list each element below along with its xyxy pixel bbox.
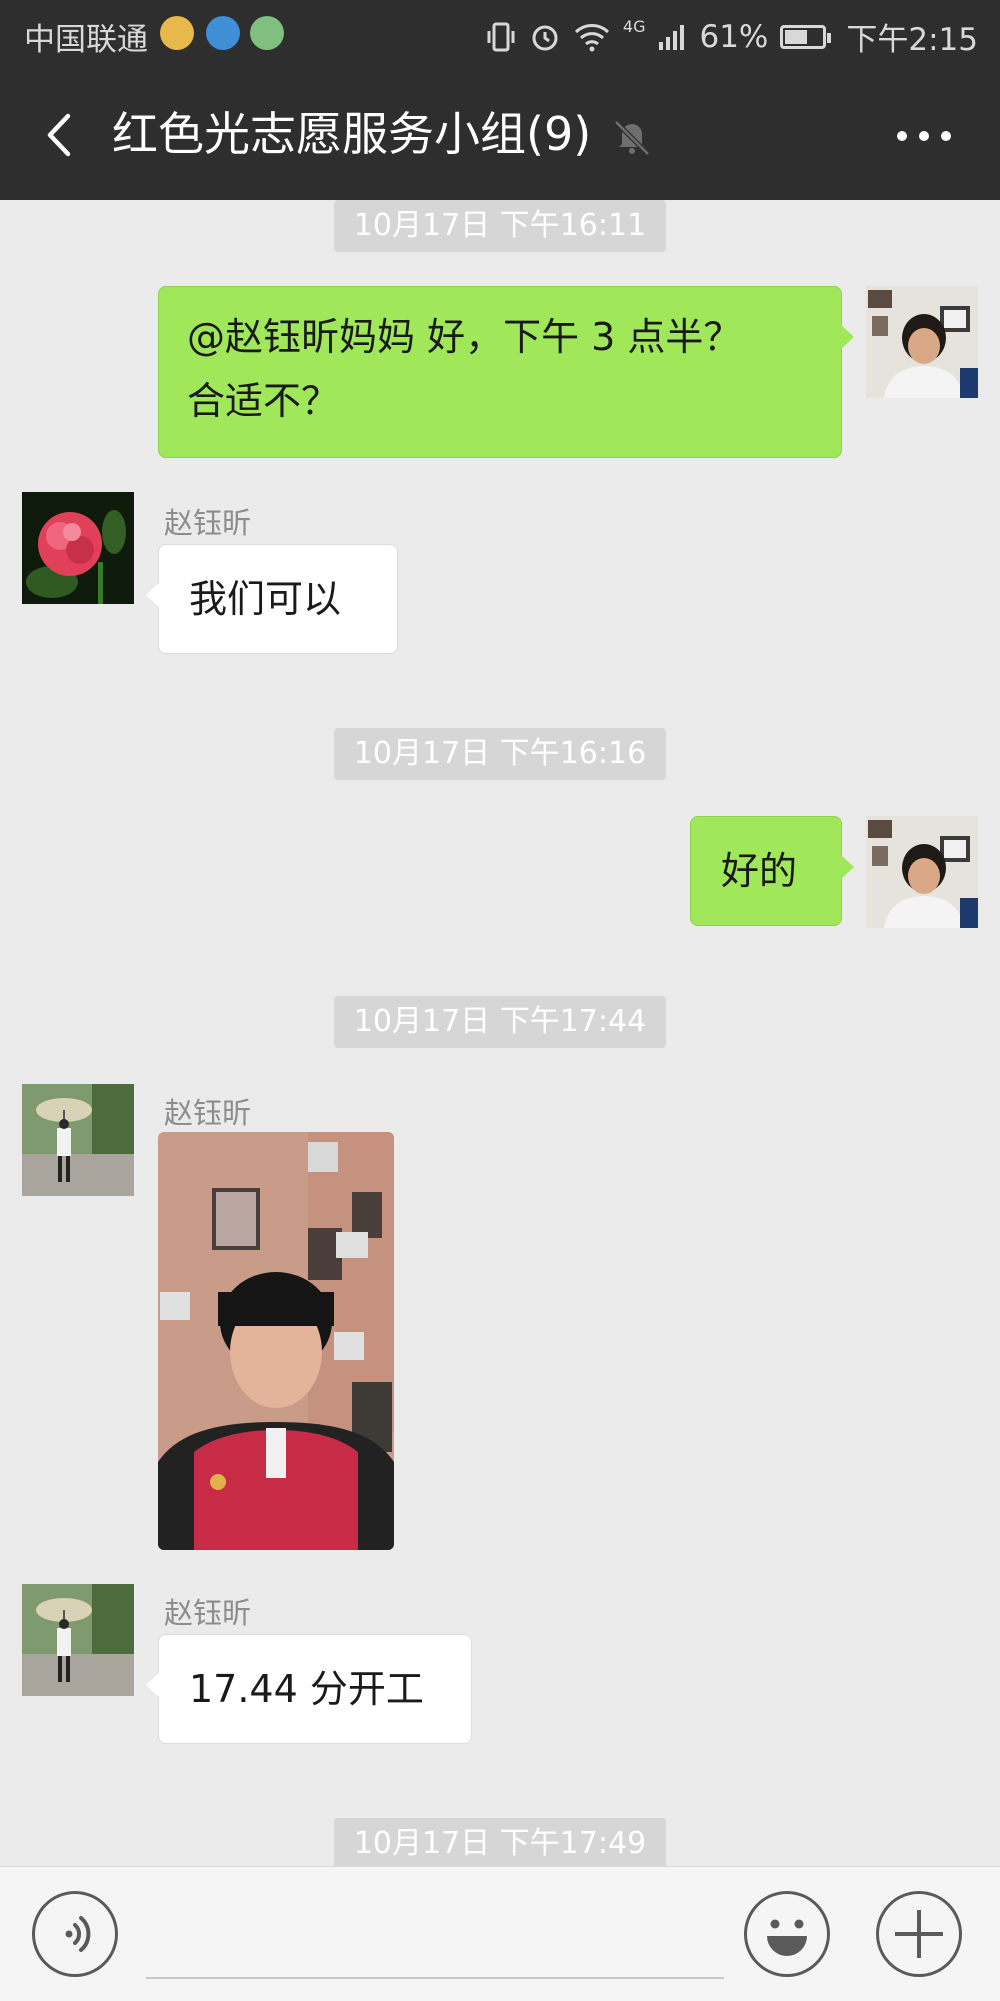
chat-header: 红色光志愿服务小组(9): [0, 68, 1000, 200]
vibrate-icon: [487, 22, 515, 51]
outgoing-message[interactable]: @赵钰昕妈妈 好，下午 3 点半？ 合适不？: [158, 286, 854, 458]
message-timestamp: 10月17日 下午17:49: [334, 1818, 666, 1870]
input-bar: [0, 1866, 1000, 2001]
image-message[interactable]: [158, 1132, 394, 1550]
qq-icon: [206, 16, 240, 50]
message-input[interactable]: [146, 1895, 724, 1979]
wifi-icon: [574, 23, 609, 51]
notification-icon: [160, 16, 194, 50]
mute-icon: [614, 120, 650, 156]
incoming-message[interactable]: 17.44 分开工: [146, 1634, 472, 1744]
message-timestamp: 10月17日 下午16:16: [334, 728, 666, 780]
my-avatar[interactable]: [866, 816, 978, 928]
battery-percent: 61%: [699, 18, 769, 55]
app-icon: [250, 16, 284, 50]
network-type: 4G: [622, 17, 646, 36]
back-icon[interactable]: [36, 110, 86, 160]
message-text-line: 合适不？: [187, 379, 340, 423]
sender-name: 赵钰昕: [164, 1096, 252, 1130]
carrier-label: 中国联通: [24, 22, 148, 58]
alarm-icon: [532, 25, 558, 50]
battery-fill: [785, 29, 808, 44]
signal-icon: [659, 24, 685, 50]
emoji-button[interactable]: [744, 1891, 830, 1977]
sender-name: 赵钰昕: [164, 506, 252, 540]
message-text-line: @赵钰昕妈妈 好，下午 3 点半？: [187, 315, 742, 359]
sender-name: 赵钰昕: [164, 1596, 252, 1630]
plus-icon: [895, 1910, 943, 1958]
incoming-message[interactable]: 我们可以: [146, 544, 398, 654]
voice-button[interactable]: [32, 1891, 118, 1977]
sender-avatar[interactable]: [22, 1084, 134, 1196]
sender-avatar[interactable]: [22, 1584, 134, 1696]
more-options-button[interactable]: [876, 1891, 962, 1977]
emoji-icon: [767, 1919, 807, 1956]
status-bar: 中国联通 4G 61% 下午2:15: [0, 0, 1000, 68]
message-timestamp: 10月17日 下午17:44: [334, 996, 666, 1048]
more-icon[interactable]: [888, 114, 960, 158]
my-avatar[interactable]: [866, 286, 978, 398]
battery-icon: [780, 24, 832, 49]
sender-avatar[interactable]: [22, 492, 134, 604]
page-title: 红色光志愿服务小组(9): [112, 107, 592, 161]
clock: 下午2:15: [846, 22, 978, 58]
outgoing-message[interactable]: 好的: [690, 816, 854, 926]
voice-icon: [65, 1916, 91, 1952]
message-timestamp: 10月17日 下午16:11: [334, 200, 666, 252]
